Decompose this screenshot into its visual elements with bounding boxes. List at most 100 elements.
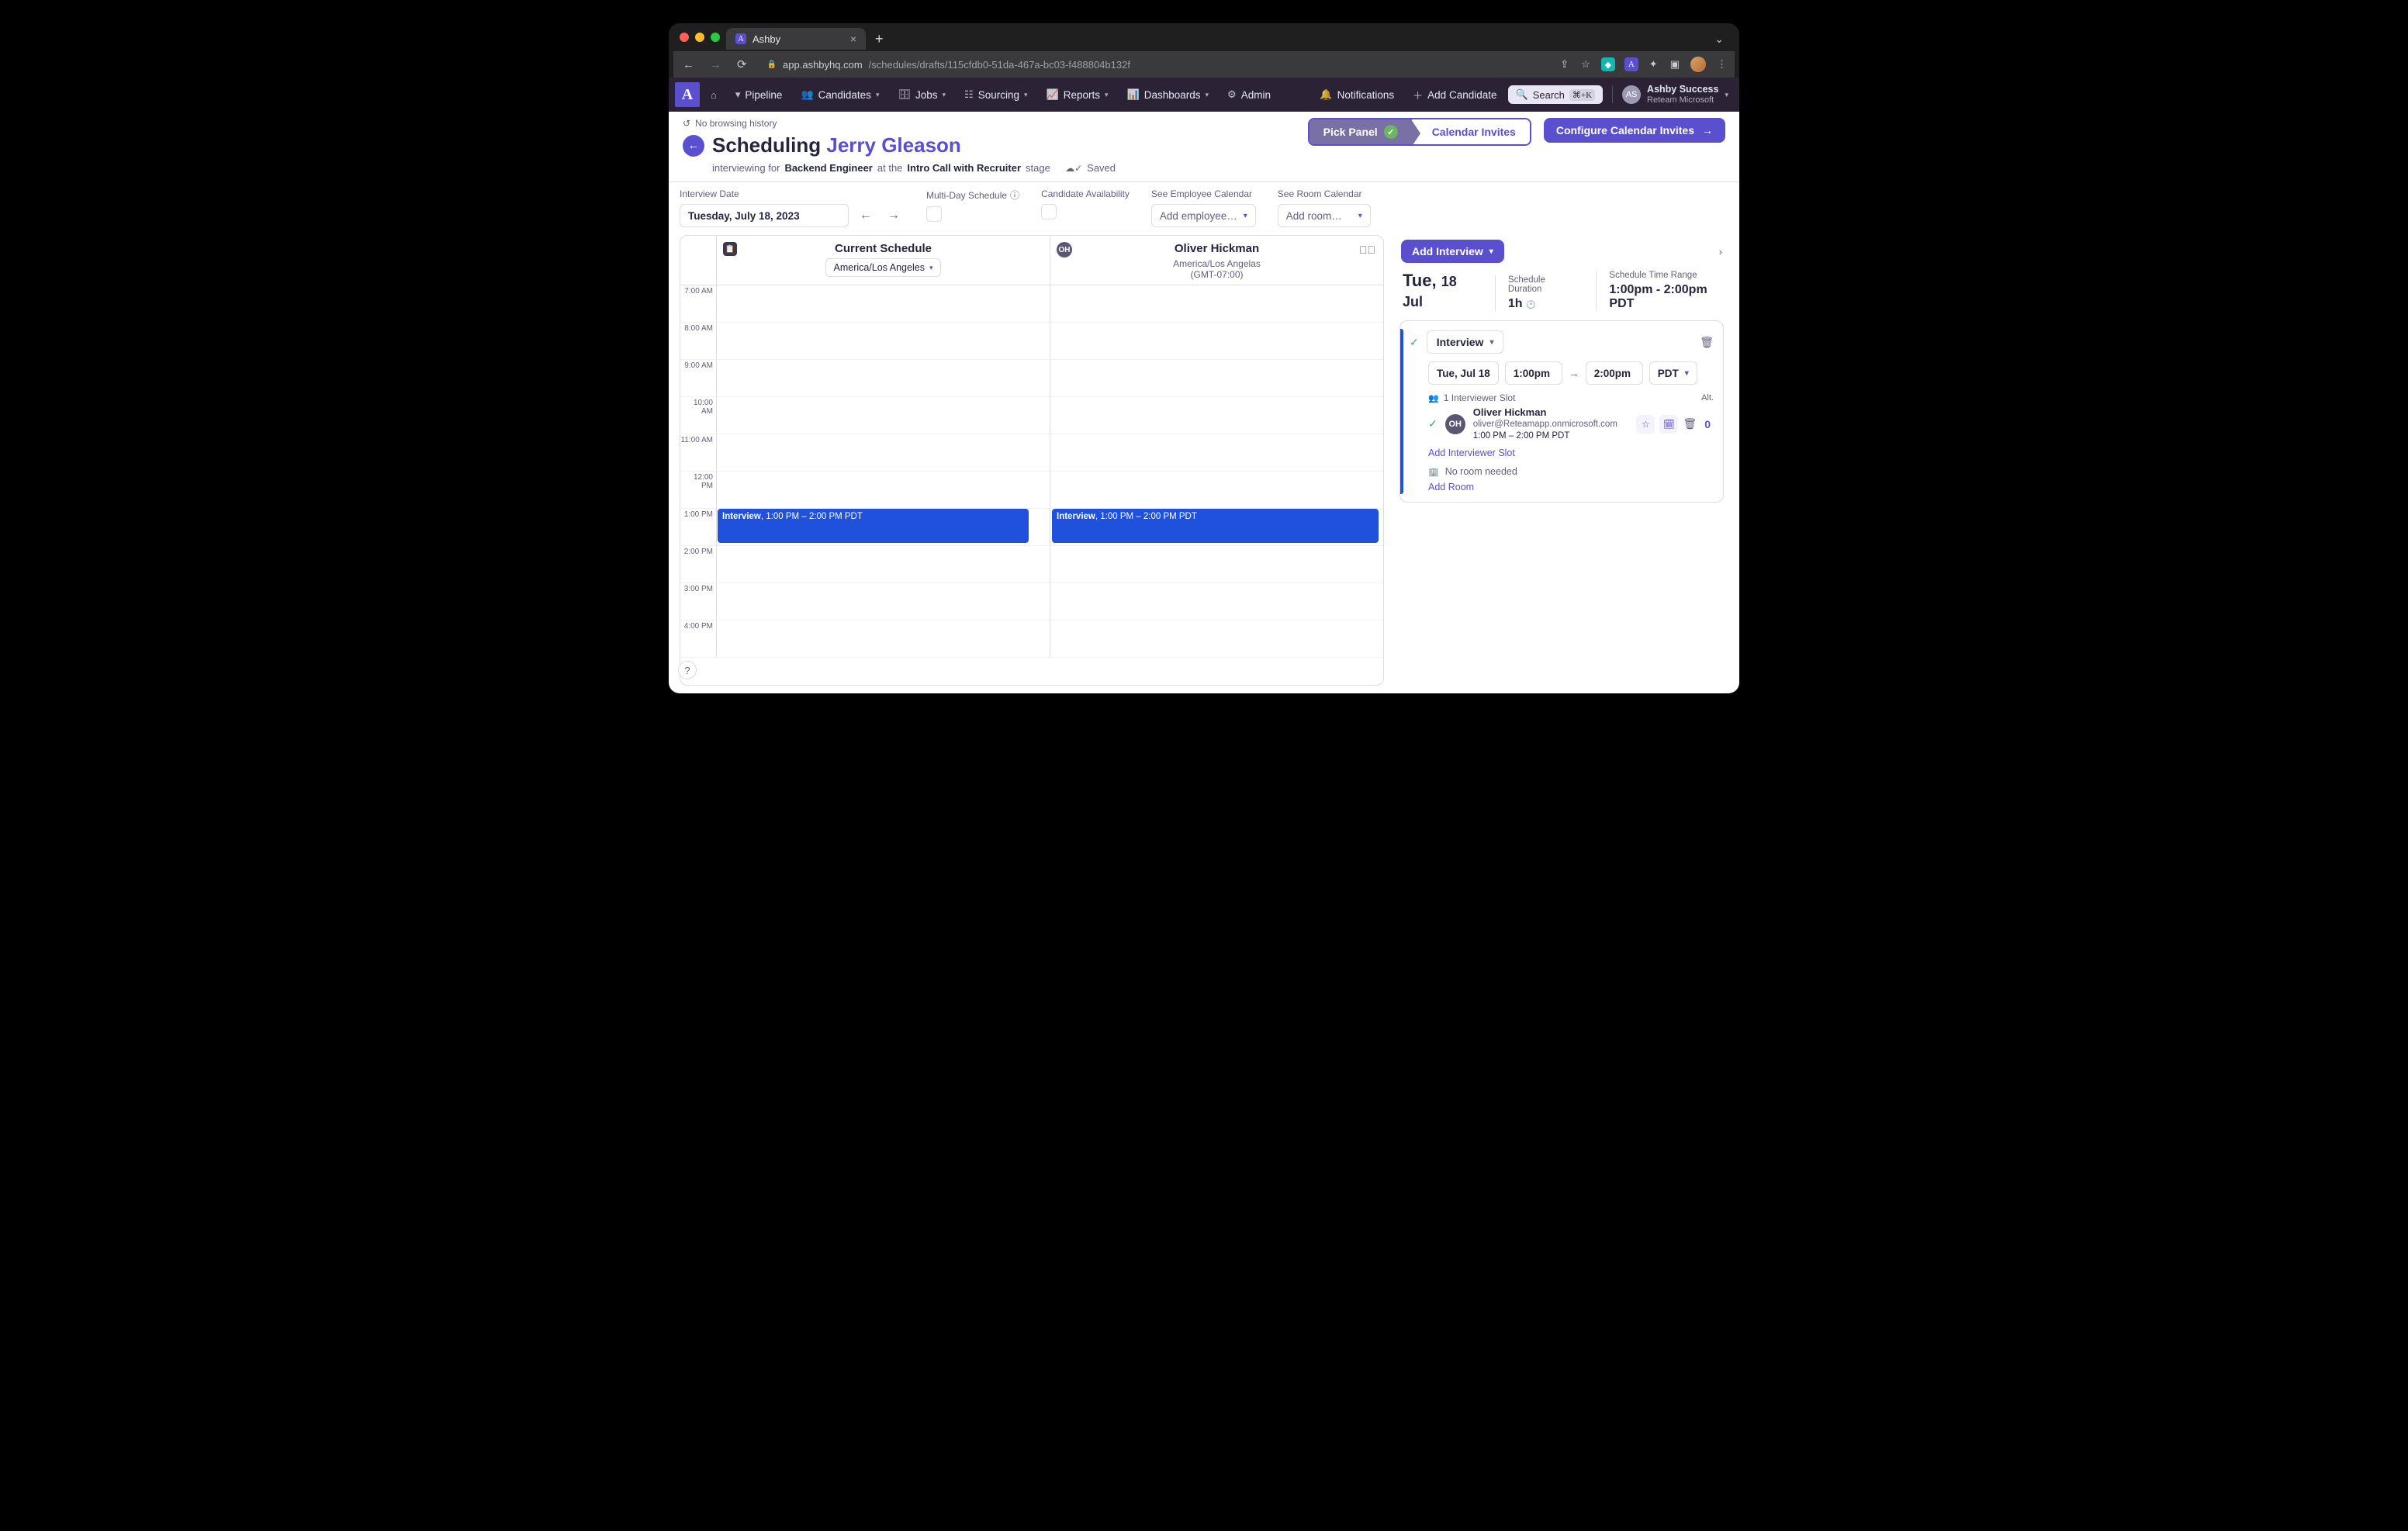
calendar-cell[interactable]	[1050, 620, 1383, 657]
calendar-cell[interactable]	[716, 620, 1050, 657]
tab-overflow-icon[interactable]: ⌄	[1714, 33, 1728, 46]
step-calendar-invites[interactable]: Calendar Invites	[1412, 119, 1530, 144]
nav-dashboards[interactable]: 📊Dashboards▾	[1119, 84, 1217, 105]
add-interviewer-slot-link[interactable]: Add Interviewer Slot	[1428, 448, 1515, 458]
interview-start-field[interactable]: 1:00pm	[1505, 361, 1562, 385]
configure-calendar-invites-button[interactable]: Configure Calendar Invites →	[1544, 118, 1725, 143]
browser-menu-icon[interactable]: ⋮	[1715, 57, 1728, 72]
step-pick-panel[interactable]: Pick Panel ✓	[1310, 119, 1412, 144]
candidate-avail-checkbox[interactable]	[1041, 204, 1057, 219]
nav-admin[interactable]: ⚙Admin	[1220, 84, 1278, 105]
current-schedule-column: 📋 Current Schedule America/Los Angeles▾	[716, 236, 1050, 285]
nav-jobs[interactable]: 🗄Jobs▾	[890, 84, 953, 105]
notifications-button[interactable]: 🔔Notifications	[1312, 84, 1402, 105]
back-button[interactable]: ←	[683, 135, 704, 157]
calendar-event[interactable]: Interview, 1:00 PM – 2:00 PM PDT	[718, 509, 1029, 543]
eye-off-icon[interactable]: 👁⃠	[1359, 244, 1375, 256]
arrow-right-icon: →	[1702, 124, 1713, 137]
extension-1[interactable]: ◆	[1601, 57, 1615, 71]
profile-avatar[interactable]	[1690, 57, 1706, 72]
bell-icon: 🔔	[1320, 88, 1332, 101]
calendar-cell[interactable]	[1050, 434, 1383, 471]
favorite-interviewer-button[interactable]: ☆	[1636, 415, 1655, 434]
nav-reports[interactable]: 📈Reports▾	[1039, 84, 1116, 105]
window-close[interactable]	[680, 33, 689, 42]
calendar-cell[interactable]	[1050, 546, 1383, 582]
new-tab-button[interactable]: +	[866, 31, 893, 47]
chevron-down-icon: ▾	[1024, 91, 1028, 99]
prev-day-button[interactable]: ←	[855, 204, 877, 227]
calendar-cell[interactable]	[1050, 360, 1383, 396]
calendar-cell[interactable]	[1050, 397, 1383, 434]
add-interview-button[interactable]: Add Interview▾	[1401, 240, 1504, 263]
home-button[interactable]: ⌂	[703, 85, 725, 105]
collapse-panel-icon[interactable]: ›	[1719, 246, 1722, 257]
window-minimize[interactable]	[695, 33, 704, 42]
calendar-cell[interactable]	[1050, 285, 1383, 322]
hour-label: 1:00 PM	[680, 509, 716, 545]
nav-pipeline[interactable]: ▾Pipeline	[728, 84, 791, 105]
add-candidate-button[interactable]: ＋Add Candidate	[1405, 83, 1504, 107]
funnel-icon: ▾	[735, 88, 741, 101]
calendar-cell[interactable]	[1050, 323, 1383, 359]
share-icon[interactable]: ⇪	[1559, 57, 1570, 72]
panel-icon[interactable]: ▣	[1669, 57, 1681, 72]
page-title: Scheduling Jerry Gleason	[712, 133, 961, 157]
calendar-cell[interactable]	[716, 434, 1050, 471]
extensions-icon[interactable]: ✦	[1648, 57, 1659, 72]
scheduling-stepper: Pick Panel ✓ Calendar Invites	[1308, 118, 1531, 146]
timezone-selector[interactable]: America/Los Angeles▾	[825, 258, 942, 277]
employee-calendar-select[interactable]: Add employee…▾	[1151, 204, 1256, 227]
interviewer-time: 1:00 PM – 2:00 PM PDT	[1473, 430, 1617, 441]
check-icon: ✓	[1384, 125, 1398, 139]
hour-label: 10:00 AM	[680, 397, 716, 434]
cloud-check-icon: ☁✓	[1065, 163, 1082, 174]
calendar-cell[interactable]	[716, 323, 1050, 359]
remove-interviewer-button[interactable]: 🗑	[1683, 417, 1697, 430]
chevron-down-icon: ▾	[1206, 91, 1209, 99]
browser-back[interactable]: ←	[680, 55, 697, 74]
browser-reload[interactable]: ⟳	[734, 54, 750, 74]
brand-logo[interactable]: A	[675, 82, 700, 107]
lock-icon: 🔒	[767, 60, 777, 69]
extension-ashby[interactable]: A	[1624, 57, 1638, 71]
calendar-event[interactable]: Interview, 1:00 PM – 2:00 PM PDT	[1052, 509, 1379, 543]
browser-tab[interactable]: A Ashby ×	[726, 28, 866, 50]
next-day-button[interactable]: →	[883, 204, 905, 227]
calendar-panel: 📋 Current Schedule America/Los Angeles▾ …	[680, 235, 1384, 686]
interviewer-calendar-button[interactable]: 🗓	[1659, 415, 1678, 434]
calendar-cell[interactable]	[1050, 583, 1383, 620]
interview-date-input[interactable]: Tuesday, July 18, 2023	[680, 204, 849, 227]
global-search[interactable]: 🔍Search⌘+K	[1508, 85, 1604, 104]
info-icon[interactable]: ⓘ	[1010, 188, 1019, 202]
interview-tz-select[interactable]: PDT▾	[1649, 361, 1697, 385]
calendar-cell[interactable]	[716, 360, 1050, 396]
help-button[interactable]: ?	[678, 661, 697, 679]
interview-end-field[interactable]: 2:00pm	[1586, 361, 1643, 385]
calendar-cell[interactable]	[716, 472, 1050, 508]
multiday-checkbox[interactable]	[926, 206, 942, 222]
nav-candidates[interactable]: 👥Candidates▾	[793, 84, 887, 105]
add-room-link[interactable]: Add Room	[1428, 482, 1474, 492]
address-bar[interactable]: 🔒 app.ashbyhq.com/schedules/drafts/115cf…	[759, 56, 1550, 74]
delete-interview-button[interactable]: 🗑	[1700, 336, 1714, 349]
check-icon: ✓	[1428, 417, 1438, 430]
hour-label: 4:00 PM	[680, 620, 716, 657]
user-menu[interactable]: AS Ashby Success Reteam Microsoft ▾	[1622, 85, 1733, 105]
candidate-name[interactable]: Jerry Gleason	[826, 133, 960, 157]
interview-type-select[interactable]: Interview▾	[1427, 330, 1504, 354]
bookmark-icon[interactable]: ☆	[1579, 57, 1592, 72]
nav-sourcing[interactable]: ☷Sourcing▾	[957, 84, 1035, 105]
calendar-cell[interactable]	[716, 583, 1050, 620]
calendar-cell[interactable]	[1050, 472, 1383, 508]
close-icon[interactable]: ×	[850, 33, 856, 45]
hour-label: 2:00 PM	[680, 546, 716, 582]
url-host: app.ashbyhq.com	[783, 59, 863, 71]
calendar-cell[interactable]	[716, 546, 1050, 582]
calendar-grid[interactable]: 7:00 AM8:00 AM9:00 AM10:00 AM11:00 AM12:…	[680, 285, 1383, 685]
room-calendar-select[interactable]: Add room…▾	[1278, 204, 1371, 227]
gear-icon: ⚙	[1227, 88, 1237, 101]
interview-date-field[interactable]: Tue, Jul 18	[1428, 361, 1499, 385]
calendar-cell[interactable]	[716, 397, 1050, 434]
calendar-cell[interactable]	[716, 285, 1050, 322]
